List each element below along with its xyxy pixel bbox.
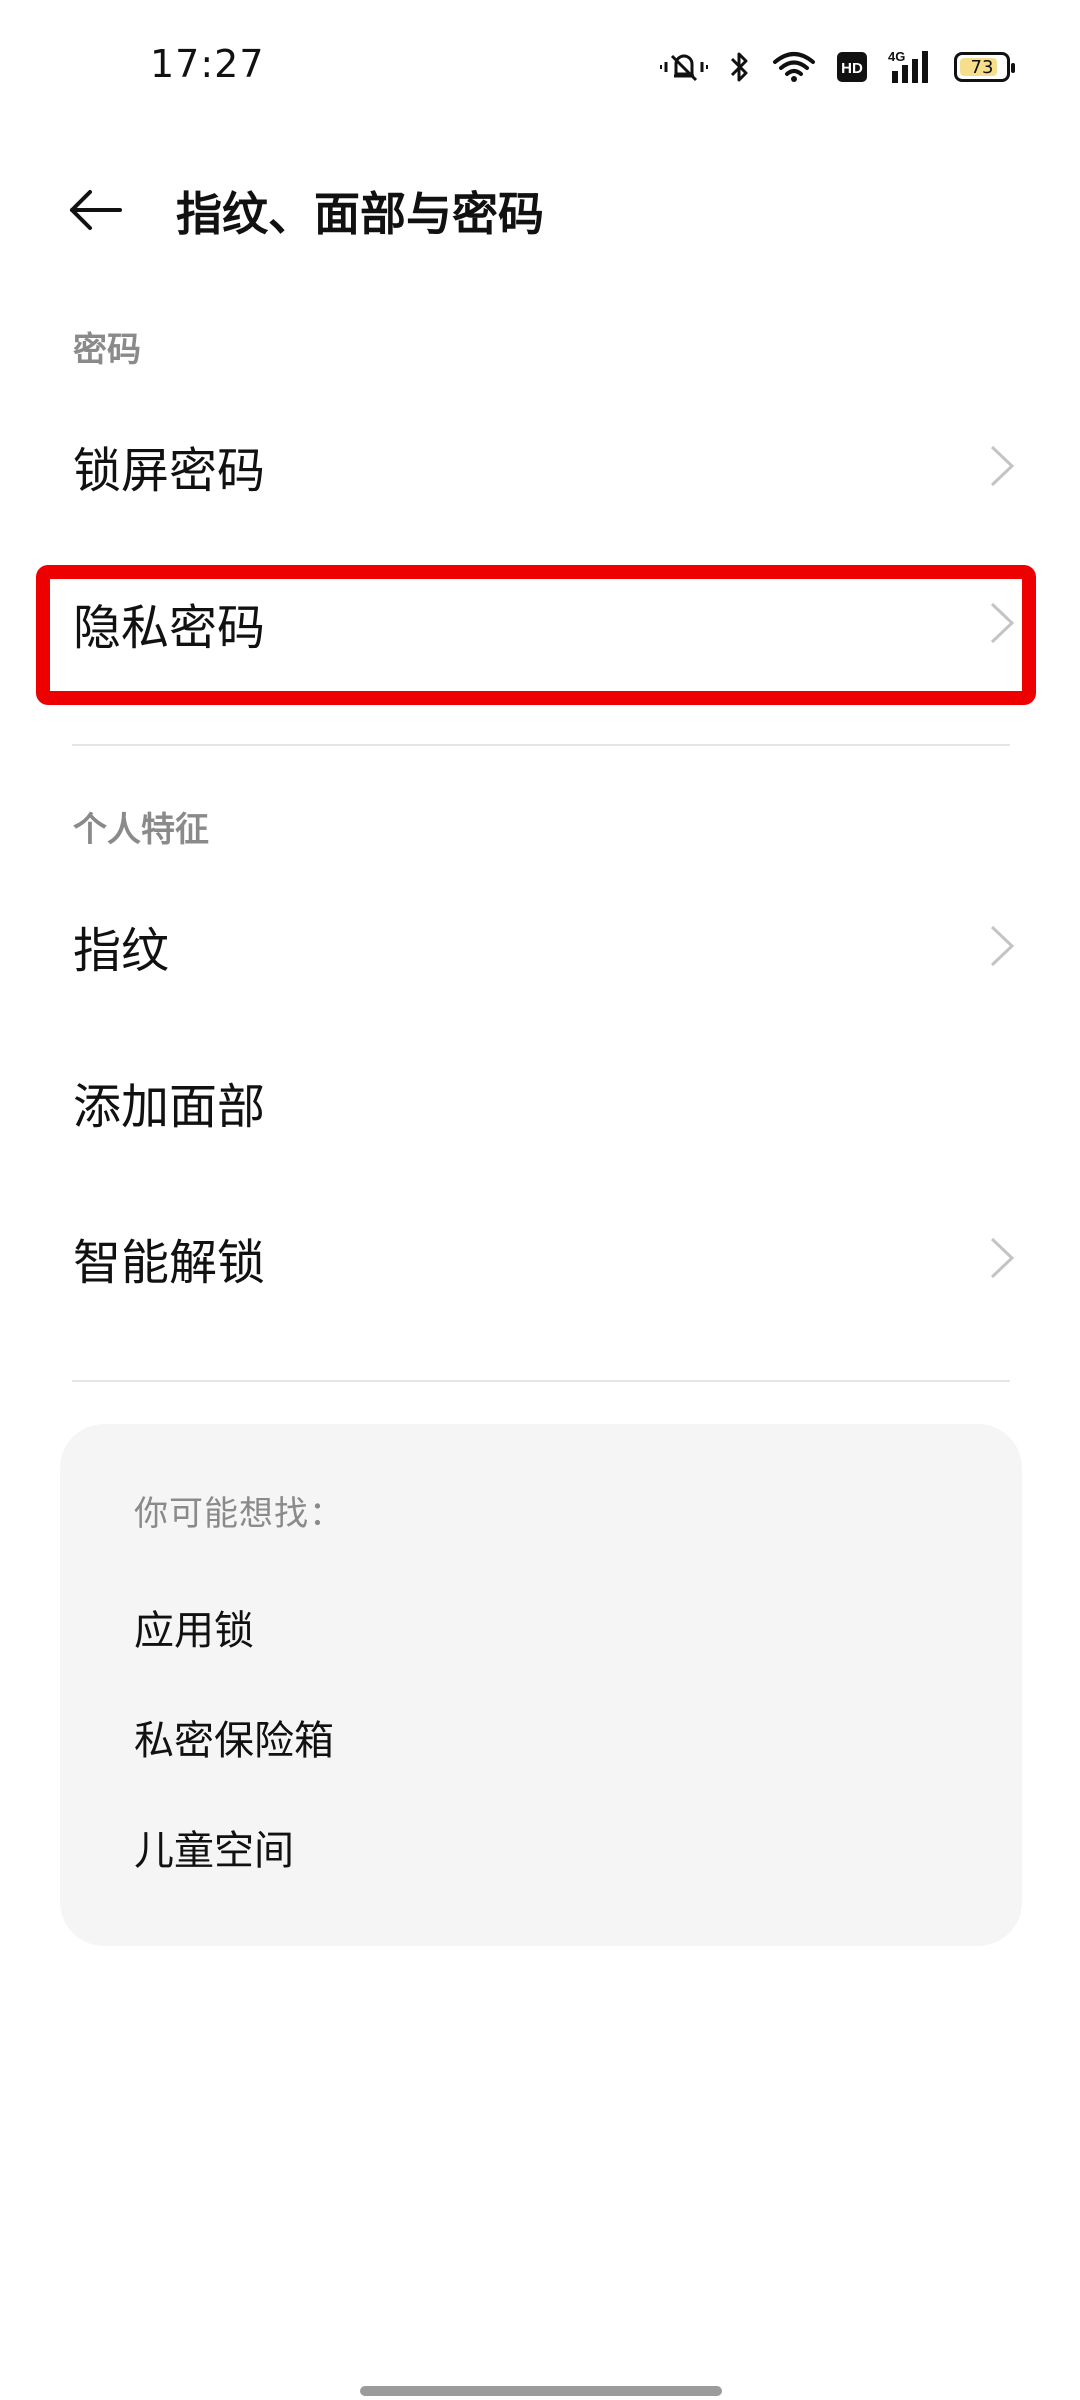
status-time: 17:27	[150, 42, 265, 86]
list-item-privacy-password[interactable]: 隐私密码	[0, 545, 1080, 701]
home-indicator[interactable]	[360, 2386, 722, 2396]
suggestion-app-lock[interactable]: 应用锁	[134, 1598, 254, 1656]
suggestions-title: 你可能想找：	[134, 1494, 344, 1534]
wifi-icon	[772, 50, 816, 84]
hd-icon: HD	[836, 51, 868, 83]
section-label-biometrics: 个人特征	[73, 810, 209, 850]
4g-signal-icon: 4G	[888, 49, 934, 85]
status-icons: HD 4G 73	[660, 42, 1015, 92]
item-label: 隐私密码	[73, 600, 266, 656]
divider	[72, 744, 1010, 746]
chevron-right-icon	[982, 598, 1022, 648]
svg-text:4G: 4G	[888, 49, 905, 64]
suggestions-card: 你可能想找： 应用锁 私密保险箱 儿童空间	[60, 1424, 1022, 1946]
vibrate-silent-icon	[660, 50, 708, 84]
section-label-password: 密码	[73, 330, 141, 370]
suggestion-kids-space[interactable]: 儿童空间	[134, 1818, 294, 1876]
list-item-lock-screen-password[interactable]: 锁屏密码	[0, 388, 1080, 544]
page-title: 指纹、面部与密码	[176, 187, 544, 241]
chevron-right-icon	[982, 441, 1022, 491]
list-item-smart-unlock[interactable]: 智能解锁	[0, 1180, 1080, 1336]
suggestion-private-safe[interactable]: 私密保险箱	[134, 1708, 334, 1766]
item-label: 指纹	[73, 923, 170, 979]
item-label: 智能解锁	[73, 1235, 266, 1291]
status-bar: 17:27 HD 4G 73	[0, 0, 1080, 130]
settings-screen: 17:27 HD 4G 73 指纹、面部与密码 密码 锁屏密码 隐私密码 个人特…	[0, 0, 1080, 2400]
item-label: 锁屏密码	[73, 443, 266, 499]
battery-icon: 73	[954, 52, 1015, 82]
chevron-right-icon	[982, 1233, 1022, 1283]
battery-level: 73	[970, 56, 994, 78]
app-header: 指纹、面部与密码	[0, 150, 1080, 270]
back-arrow-icon	[70, 190, 122, 230]
divider	[72, 1380, 1010, 1382]
item-label: 添加面部	[73, 1079, 266, 1135]
svg-text:HD: HD	[841, 60, 863, 77]
list-item-add-face[interactable]: 添加面部	[0, 1024, 1080, 1180]
list-item-fingerprint[interactable]: 指纹	[0, 868, 1080, 1024]
chevron-right-icon	[982, 921, 1022, 971]
back-button[interactable]	[56, 180, 136, 240]
bluetooth-icon	[728, 50, 752, 84]
